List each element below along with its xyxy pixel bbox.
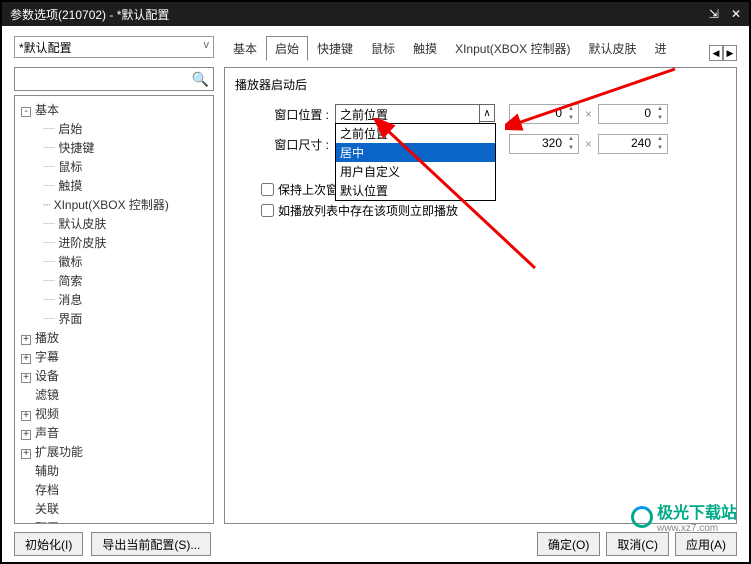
size-h-input[interactable]: 240▲▼: [598, 134, 668, 154]
tree-item-mouse[interactable]: 鼠标: [39, 157, 211, 176]
titlebar: 参数选项(210702) - *默认配置 ⇲ ✕: [2, 2, 749, 26]
tree-item-search[interactable]: 简索: [39, 271, 211, 290]
search-icon[interactable]: 🔍: [192, 71, 209, 88]
tree-item-hotkey[interactable]: 快捷键: [39, 138, 211, 157]
watermark-url: www.xz7.com: [657, 523, 737, 534]
tab-bar: 基本 启始 快捷键 鼠标 触摸 XInput(XBOX 控制器) 默认皮肤 进 …: [224, 36, 737, 61]
play-immediately-checkbox[interactable]: 如播放列表中存在该项则立即播放: [235, 202, 726, 219]
watermark-icon: [631, 506, 653, 528]
window-title: 参数选项(210702) - *默认配置: [10, 6, 169, 23]
dropdown-opt-default[interactable]: 默认位置: [336, 181, 495, 200]
tree-playback[interactable]: +播放: [17, 328, 211, 347]
tab-scroll-right[interactable]: ▶: [723, 45, 737, 61]
tree-extension[interactable]: +扩展功能: [17, 442, 211, 461]
tab-skin[interactable]: 默认皮肤: [579, 36, 645, 61]
size-w-input[interactable]: 320▲▼: [509, 134, 579, 154]
tree-item-startup[interactable]: 启始: [39, 119, 211, 138]
tree-filter[interactable]: +滤镜: [17, 385, 211, 404]
dropdown-opt-center[interactable]: 居中: [336, 143, 495, 162]
search-box[interactable]: 🔍: [14, 67, 214, 91]
dropdown-opt-custom[interactable]: 用户自定义: [336, 162, 495, 181]
tree-item-xinput[interactable]: XInput(XBOX 控制器): [39, 195, 211, 214]
config-select[interactable]: *默认配置: [14, 36, 214, 58]
spin-up-icon[interactable]: ▲: [564, 105, 578, 114]
spin-up-icon[interactable]: ▲: [653, 135, 667, 144]
tab-touch[interactable]: 触摸: [404, 36, 446, 61]
search-input[interactable]: [19, 72, 192, 86]
pos-y-input[interactable]: 0▲▼: [598, 104, 668, 124]
tab-scroll-left[interactable]: ◀: [709, 45, 723, 61]
category-tree[interactable]: -基本 启始 快捷键 鼠标 触摸 XInput(XBOX 控制器) 默认皮肤 进…: [14, 95, 214, 524]
tab-more[interactable]: 进: [645, 36, 675, 61]
tree-item-logo[interactable]: 徽标: [39, 252, 211, 271]
tree-item-touch[interactable]: 触摸: [39, 176, 211, 195]
spin-up-icon[interactable]: ▲: [564, 135, 578, 144]
window-pos-dropdown-list: 之前位置 居中 用户自定义 默认位置: [335, 123, 496, 201]
tab-xinput[interactable]: XInput(XBOX 控制器): [446, 36, 579, 61]
pin-icon[interactable]: ⇲: [709, 7, 719, 21]
tab-hotkey[interactable]: 快捷键: [308, 36, 362, 61]
window-size-label: 窗口尺寸 :: [235, 136, 335, 153]
tree-audio[interactable]: +声音: [17, 423, 211, 442]
checkbox-input[interactable]: [261, 204, 274, 217]
watermark: 极光下载站 www.xz7.com: [631, 499, 737, 534]
checkbox-input[interactable]: [261, 183, 274, 196]
init-button[interactable]: 初始化(I): [14, 532, 83, 556]
spin-down-icon[interactable]: ▼: [653, 144, 667, 153]
settings-panel: 播放器启动后 窗口位置 : 之前位置 ∧ 之前位置 居中 用户自定义 默认位置 …: [224, 67, 737, 524]
tree-video[interactable]: +视频: [17, 404, 211, 423]
tree-item-advskin[interactable]: 进阶皮肤: [39, 233, 211, 252]
tree-assist[interactable]: +辅助: [17, 461, 211, 480]
tree-subtitle[interactable]: +字幕: [17, 347, 211, 366]
window-pos-dropdown-arrow[interactable]: ∧: [479, 104, 495, 122]
spin-down-icon[interactable]: ▼: [653, 114, 667, 123]
window-pos-label: 窗口位置 :: [235, 106, 335, 123]
watermark-text: 极光下载站: [657, 499, 737, 523]
tree-device[interactable]: +设备: [17, 366, 211, 385]
times-icon: ×: [585, 107, 592, 121]
tree-item-interface[interactable]: 界面: [39, 309, 211, 328]
cancel-button[interactable]: 取消(C): [606, 532, 669, 556]
tree-item-message[interactable]: 消息: [39, 290, 211, 309]
tab-mouse[interactable]: 鼠标: [362, 36, 404, 61]
tab-basic[interactable]: 基本: [224, 36, 266, 61]
times-icon: ×: [585, 137, 592, 151]
close-icon[interactable]: ✕: [731, 7, 741, 21]
pos-x-input[interactable]: 0▲▼: [509, 104, 579, 124]
apply-button[interactable]: 应用(A): [675, 532, 737, 556]
tab-startup[interactable]: 启始: [266, 36, 308, 61]
group-title: 播放器启动后: [235, 76, 726, 93]
window-pos-dropdown[interactable]: 之前位置: [335, 104, 480, 124]
config-select-value: *默认配置: [19, 41, 72, 55]
tree-archive[interactable]: +存档: [17, 480, 211, 499]
spin-down-icon[interactable]: ▼: [564, 114, 578, 123]
spin-up-icon[interactable]: ▲: [653, 105, 667, 114]
dropdown-opt-prev[interactable]: 之前位置: [336, 124, 495, 143]
tree-item-skin[interactable]: 默认皮肤: [39, 214, 211, 233]
ok-button[interactable]: 确定(O): [537, 532, 600, 556]
spin-down-icon[interactable]: ▼: [564, 144, 578, 153]
tree-root-basic[interactable]: -基本: [17, 100, 211, 119]
tree-assoc[interactable]: +关联: [17, 499, 211, 518]
checkbox-label: 如播放列表中存在该项则立即播放: [278, 202, 458, 219]
export-button[interactable]: 导出当前配置(S)...: [91, 532, 211, 556]
